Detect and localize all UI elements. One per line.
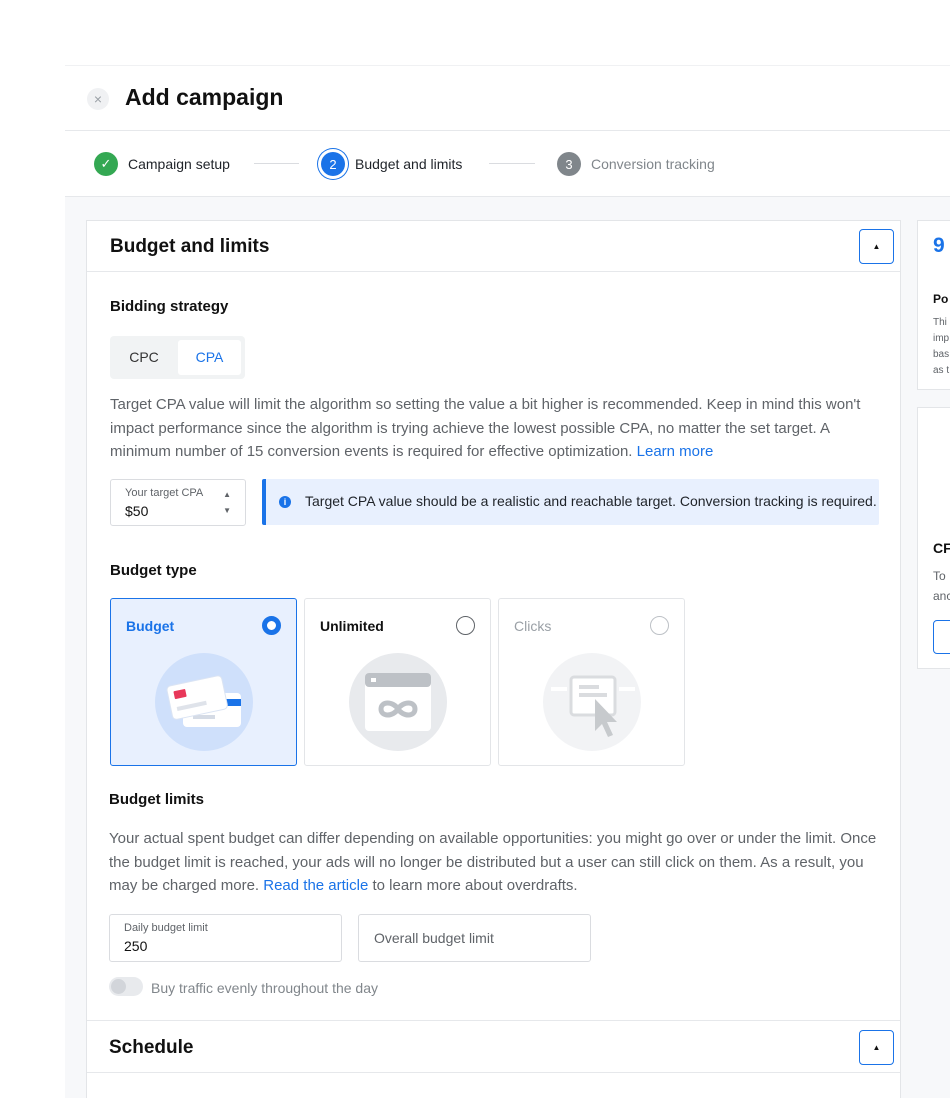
promo-line: anc <box>933 589 950 603</box>
budget-and-limits-card: Budget and limits ▲ Bidding strategy CPC… <box>86 220 901 1098</box>
step-number-icon: 3 <box>557 152 581 176</box>
cpa-option[interactable]: CPA <box>178 340 241 375</box>
close-icon[interactable]: × <box>87 88 109 110</box>
step-conversion-tracking[interactable]: 3 Conversion tracking <box>557 131 715 197</box>
info-icon: i <box>279 496 291 508</box>
summary-line: as t <box>933 365 950 376</box>
step-label: Conversion tracking <box>591 156 715 172</box>
budget-type-unlimited[interactable]: Unlimited <box>304 598 491 766</box>
field-label: Your target CPA <box>125 487 204 499</box>
even-traffic-label: Buy traffic evenly throughout the day <box>151 980 378 996</box>
cpc-option[interactable]: CPC <box>114 340 174 375</box>
option-label: Clicks <box>514 618 552 634</box>
schedule-title: Schedule <box>109 1037 194 1058</box>
summary-text: Thi imp bas as t <box>933 315 949 379</box>
decrement-icon[interactable]: ▼ <box>223 506 231 515</box>
step-label: Budget and limits <box>355 156 463 172</box>
read-article-link[interactable]: Read the article <box>263 877 368 894</box>
budget-limits-text-end: to learn more about overdrafts. <box>368 877 578 894</box>
radio-unselected-icon[interactable] <box>456 616 475 635</box>
budget-limits-label: Budget limits <box>109 791 205 808</box>
target-cpa-input[interactable]: Your target CPA $50 ▲ ▼ <box>110 479 246 526</box>
side-summary-card: 9 Po Thi imp bas as t <box>917 220 950 390</box>
learn-more-link[interactable]: Learn more <box>637 443 714 460</box>
info-banner: i Target CPA value should be a realistic… <box>262 479 879 525</box>
field-value: 250 <box>124 938 148 954</box>
click-cursor-icon <box>543 653 641 751</box>
step-campaign-setup[interactable]: ✓ Campaign setup <box>94 131 230 197</box>
budget-type-budget[interactable]: Budget <box>110 598 297 766</box>
collapse-button[interactable]: ▲ <box>859 1030 894 1065</box>
field-placeholder: Overall budget limit <box>374 930 494 946</box>
promo-heading: CF <box>933 540 950 556</box>
budget-limits-description: Your actual spent budget can differ depe… <box>109 827 881 898</box>
radio-selected-icon[interactable] <box>262 616 281 635</box>
increment-icon[interactable]: ▲ <box>223 490 231 499</box>
field-label: Daily budget limit <box>124 922 208 934</box>
summary-value: 9 <box>933 234 945 257</box>
budget-type-clicks[interactable]: Clicks <box>498 598 685 766</box>
add-campaign-page: × Add campaign ✓ Campaign setup 2 Budget… <box>65 65 950 1098</box>
promo-line: To <box>933 569 946 583</box>
step-number-icon: 2 <box>321 152 345 176</box>
even-traffic-toggle[interactable] <box>109 977 143 996</box>
summary-line: bas <box>933 349 950 360</box>
radio-unselected-icon[interactable] <box>650 616 669 635</box>
bidding-toggle: CPC CPA <box>110 336 245 379</box>
info-text: Target CPA value should be a realistic a… <box>305 493 877 509</box>
card-header: Budget and limits ▲ <box>87 221 900 272</box>
summary-line: Thi <box>933 317 947 328</box>
cpa-description-text: Target CPA value will limit the algorith… <box>110 396 861 460</box>
page-header: × Add campaign <box>65 65 950 131</box>
card-title: Budget and limits <box>110 236 270 257</box>
summary-heading: Po <box>933 292 949 306</box>
step-connector <box>489 163 535 164</box>
overall-budget-input[interactable]: Overall budget limit <box>358 914 591 962</box>
promo-text: To anc <box>933 566 950 606</box>
option-label: Budget <box>126 618 175 634</box>
daily-budget-input[interactable]: Daily budget limit 250 <box>109 914 342 962</box>
side-promo-card: CF To anc <box>917 407 950 669</box>
promo-button[interactable] <box>933 620 950 654</box>
collapse-button[interactable]: ▲ <box>859 229 894 264</box>
field-value: $50 <box>125 503 149 519</box>
page-title: Add campaign <box>125 84 284 110</box>
schedule-header: Schedule ▲ <box>87 1020 900 1073</box>
stepper: ✓ Campaign setup 2 Budget and limits 3 C… <box>65 131 950 197</box>
step-connector <box>254 163 299 164</box>
summary-line: imp <box>933 333 950 344</box>
check-icon: ✓ <box>94 152 118 176</box>
budget-type-label: Budget type <box>110 562 197 579</box>
step-label: Campaign setup <box>128 156 230 172</box>
step-budget-and-limits[interactable]: 2 Budget and limits <box>321 131 462 197</box>
option-label: Unlimited <box>320 618 384 634</box>
credit-card-icon <box>155 653 253 751</box>
bidding-strategy-label: Bidding strategy <box>110 298 229 315</box>
cpa-description: Target CPA value will limit the algorith… <box>110 393 880 464</box>
infinity-browser-icon <box>349 653 447 751</box>
